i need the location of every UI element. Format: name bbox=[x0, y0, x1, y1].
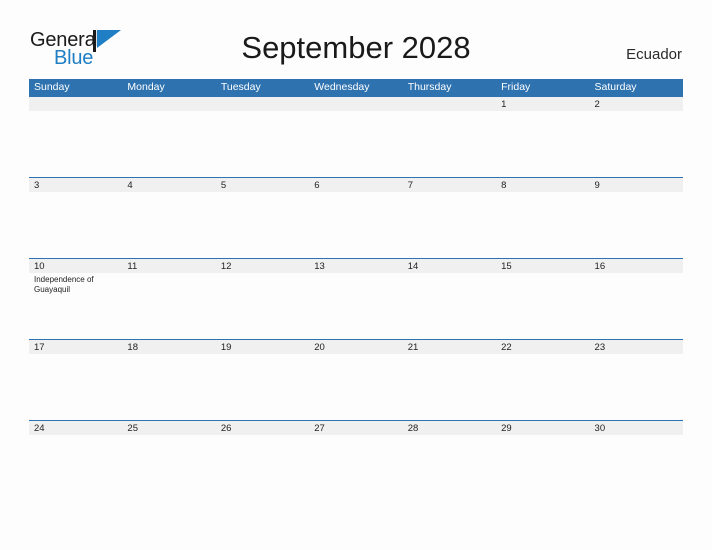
day-number: 15 bbox=[501, 261, 512, 272]
holiday-label: Independence of Guayaquil bbox=[34, 275, 94, 294]
day-cell[interactable]: 16 bbox=[590, 259, 683, 340]
day-cell[interactable]: 13 bbox=[309, 259, 402, 340]
day-number: 25 bbox=[127, 423, 138, 434]
calendar-week-row: 17 18 19 20 21 22 23 bbox=[29, 339, 683, 420]
weekday-header-saturday: Saturday bbox=[594, 81, 637, 93]
calendar-week-row: 24 25 26 27 28 29 30 bbox=[29, 420, 683, 501]
day-number: 27 bbox=[314, 423, 325, 434]
day-cell[interactable]: 25 bbox=[122, 421, 215, 502]
country-label: Ecuador bbox=[626, 46, 682, 63]
day-cell[interactable]: 27 bbox=[309, 421, 402, 502]
day-cell[interactable]: 15 bbox=[496, 259, 589, 340]
day-number: 29 bbox=[501, 423, 512, 434]
day-number: 22 bbox=[501, 342, 512, 353]
day-cell[interactable]: 5 bbox=[216, 178, 309, 259]
day-cell[interactable]: 29 bbox=[496, 421, 589, 502]
day-number: 23 bbox=[594, 342, 606, 353]
calendar-week-row: 10 Independence of Guayaquil 11 12 13 14… bbox=[29, 258, 683, 339]
day-number: 21 bbox=[407, 342, 419, 353]
day-cell[interactable]: 10 Independence of Guayaquil bbox=[29, 259, 122, 340]
day-cell[interactable]: 2 bbox=[590, 97, 683, 178]
day-cell[interactable]: 22 bbox=[496, 340, 589, 421]
day-cell[interactable]: 21 bbox=[403, 340, 496, 421]
day-number: 30 bbox=[594, 423, 606, 434]
weekday-header-monday: Monday bbox=[127, 81, 165, 93]
day-number: 3 bbox=[34, 180, 40, 191]
day-cell[interactable]: 4 bbox=[122, 178, 215, 259]
day-cell[interactable] bbox=[403, 97, 496, 178]
day-number: 9 bbox=[594, 180, 600, 191]
day-number: 28 bbox=[407, 423, 419, 434]
day-number: 14 bbox=[407, 261, 419, 272]
day-number: 8 bbox=[501, 180, 507, 191]
day-cell[interactable] bbox=[309, 97, 402, 178]
day-cell[interactable]: 6 bbox=[309, 178, 402, 259]
day-cell[interactable]: 11 bbox=[122, 259, 215, 340]
calendar-week-row: 1 2 bbox=[29, 96, 683, 177]
day-number: 26 bbox=[220, 423, 232, 434]
day-cell[interactable]: 8 bbox=[496, 178, 589, 259]
page-title: September 2028 bbox=[241, 30, 471, 65]
day-number: 13 bbox=[314, 261, 325, 272]
day-cell[interactable]: 18 bbox=[122, 340, 215, 421]
calendar-grid: Sunday Monday Tuesday Wednesday Thursday… bbox=[29, 79, 683, 501]
day-cell[interactable]: 7 bbox=[403, 178, 496, 259]
weekday-header-sunday: Sunday bbox=[34, 81, 70, 93]
weekday-header-friday: Friday bbox=[501, 81, 531, 93]
day-number: 12 bbox=[220, 261, 232, 272]
day-number: 10 bbox=[34, 261, 45, 272]
page-header: General Blue September 2028 Ecuador bbox=[0, 0, 712, 78]
day-cell[interactable]: 23 bbox=[590, 340, 683, 421]
calendar-page: General Blue September 2028 Ecuador Sund… bbox=[0, 0, 712, 550]
day-cell[interactable] bbox=[216, 97, 309, 178]
day-number: 19 bbox=[220, 342, 232, 353]
calendar-week-row: 3 4 5 6 7 8 9 bbox=[29, 177, 683, 258]
day-number: 7 bbox=[407, 180, 413, 191]
day-cell[interactable]: 12 bbox=[216, 259, 309, 340]
day-number: 16 bbox=[594, 261, 606, 272]
day-cell[interactable]: 9 bbox=[590, 178, 683, 259]
day-cell[interactable]: 17 bbox=[29, 340, 122, 421]
day-number: 20 bbox=[314, 342, 325, 353]
day-number: 4 bbox=[127, 180, 133, 191]
weekday-header-tuesday: Tuesday bbox=[220, 81, 261, 93]
day-number: 17 bbox=[34, 342, 45, 353]
day-number: 11 bbox=[127, 261, 138, 272]
day-cell[interactable]: 20 bbox=[309, 340, 402, 421]
day-cell[interactable]: 30 bbox=[590, 421, 683, 502]
day-number: 18 bbox=[127, 342, 138, 353]
day-number: 24 bbox=[34, 423, 45, 434]
day-number: 6 bbox=[314, 180, 320, 191]
day-cell[interactable]: 24 bbox=[29, 421, 122, 502]
day-cell[interactable]: 19 bbox=[216, 340, 309, 421]
day-cell[interactable]: 3 bbox=[29, 178, 122, 259]
day-number: 2 bbox=[594, 99, 600, 110]
day-cell[interactable] bbox=[122, 97, 215, 178]
day-cell[interactable]: 14 bbox=[403, 259, 496, 340]
weekday-header-wednesday: Wednesday bbox=[314, 81, 370, 93]
weekday-header-row: Sunday Monday Tuesday Wednesday Thursday… bbox=[29, 79, 683, 96]
day-cell[interactable]: 26 bbox=[216, 421, 309, 502]
day-number: 1 bbox=[501, 99, 507, 110]
day-cell[interactable]: 1 bbox=[496, 97, 589, 178]
day-cell[interactable]: 28 bbox=[403, 421, 496, 502]
day-number: 5 bbox=[220, 180, 227, 191]
weekday-header-thursday: Thursday bbox=[407, 81, 452, 93]
day-cell[interactable] bbox=[29, 97, 122, 178]
